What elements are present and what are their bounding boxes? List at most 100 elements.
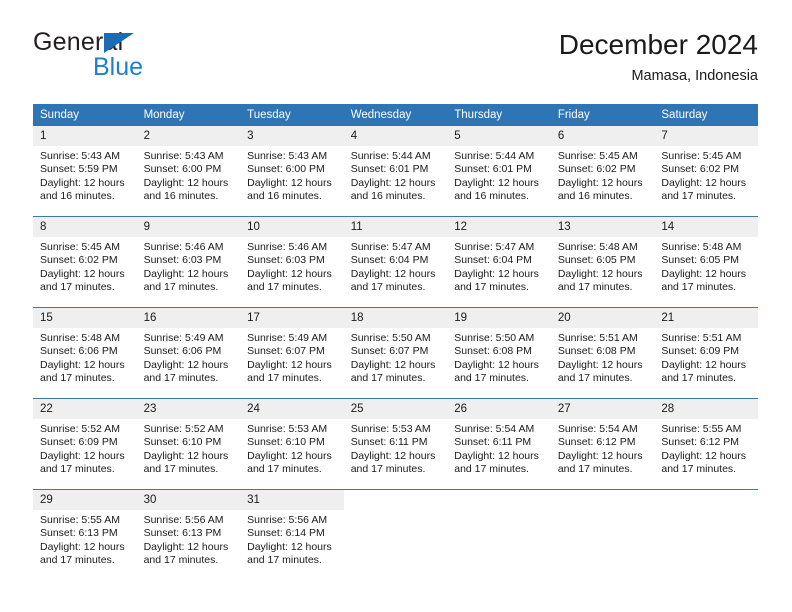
day-number (654, 490, 758, 498)
calendar-day-cell[interactable]: 29 Sunrise: 5:55 AM Sunset: 6:13 PM Dayligh… (33, 490, 137, 569)
calendar-day-cell[interactable]: 1 Sunrise: 5:43 AM Sunset: 5:59 PM Daylight… (33, 126, 137, 204)
calendar-day-cell[interactable]: 17 Sunrise: 5:49 AM Sunset: 6:07 PM Dayligh… (240, 308, 344, 387)
calendar-day-cell[interactable]: 13 Sunrise: 5:48 AM Sunset: 6:05 PM Dayligh… (550, 217, 655, 296)
day-cell-inner: 18 Sunrise: 5:50 AM Sunset: 6:07 PM Dayligh… (343, 308, 448, 386)
day-number: 30 (136, 490, 241, 510)
day-cell-inner: 25 Sunrise: 5:53 AM Sunset: 6:11 PM Dayligh… (343, 399, 448, 477)
daylight-text-line1: Daylight: 12 hours (247, 176, 332, 189)
day-cell-inner: 29 Sunrise: 5:55 AM Sunset: 6:13 PM Dayligh… (33, 490, 137, 568)
daylight-text-line1: Daylight: 12 hours (143, 267, 229, 280)
day-cell-inner: 1 Sunrise: 5:43 AM Sunset: 5:59 PM Daylight… (33, 126, 137, 204)
daylight-text-line2: and 17 minutes. (143, 463, 219, 476)
daylight-text-line1: Daylight: 12 hours (557, 267, 643, 280)
calendar-week-row: 8 Sunrise: 5:45 AM Sunset: 6:02 PM Daylight… (33, 217, 758, 296)
sunset-text: Sunset: 6:13 PM (40, 527, 118, 540)
day-number: 18 (343, 308, 448, 328)
calendar-day-cell[interactable]: 24 Sunrise: 5:53 AM Sunset: 6:10 PM Dayligh… (240, 399, 344, 478)
daylight-text-line2: and 17 minutes. (40, 554, 115, 567)
day-details (344, 498, 448, 502)
calendar-day-cell[interactable]: 7 Sunrise: 5:45 AM Sunset: 6:02 PM Daylight… (654, 126, 758, 204)
sunset-text: Sunset: 6:01 PM (454, 163, 532, 176)
calendar-day-cell[interactable]: 25 Sunrise: 5:53 AM Sunset: 6:11 PM Dayligh… (343, 399, 448, 478)
sunset-text: Sunset: 6:12 PM (557, 436, 636, 449)
calendar-day-cell[interactable]: 5 Sunrise: 5:44 AM Sunset: 6:01 PM Daylight… (447, 126, 551, 204)
calendar-empty-cell (550, 490, 655, 569)
calendar-header-row: Sunday Monday Tuesday Wednesday Thursday… (33, 104, 758, 126)
day-number: 9 (136, 217, 241, 237)
day-cell-inner: 19 Sunrise: 5:50 AM Sunset: 6:08 PM Dayligh… (447, 308, 551, 386)
calendar-day-cell[interactable]: 12 Sunrise: 5:47 AM Sunset: 6:04 PM Dayligh… (447, 217, 551, 296)
day-cell-inner: 2 Sunrise: 5:43 AM Sunset: 6:00 PM Daylight… (136, 126, 241, 204)
calendar-day-cell[interactable]: 11 Sunrise: 5:47 AM Sunset: 6:04 PM Dayligh… (343, 217, 448, 296)
daylight-text-line2: and 17 minutes. (557, 463, 633, 476)
sunrise-text: Sunrise: 5:55 AM (661, 423, 742, 435)
calendar-day-cell[interactable]: 2 Sunrise: 5:43 AM Sunset: 6:00 PM Daylight… (136, 126, 241, 204)
calendar-empty-cell (654, 490, 758, 569)
day-cell-inner: 24 Sunrise: 5:53 AM Sunset: 6:10 PM Dayligh… (240, 399, 344, 477)
sunrise-text: Sunrise: 5:50 AM (454, 332, 535, 344)
generalblue-logo[interactable]: General Blue (33, 28, 233, 84)
day-cell-inner (550, 490, 655, 568)
day-details: Sunrise: 5:54 AM Sunset: 6:12 PM Daylight:… (551, 419, 655, 477)
sunset-text: Sunset: 6:06 PM (40, 345, 118, 358)
calendar-day-cell[interactable]: 6 Sunrise: 5:45 AM Sunset: 6:02 PM Daylight… (550, 126, 655, 204)
day-cell-inner: 10 Sunrise: 5:46 AM Sunset: 6:03 PM Dayligh… (240, 217, 344, 295)
daylight-text-line1: Daylight: 12 hours (557, 449, 643, 462)
calendar-day-cell[interactable]: 28 Sunrise: 5:55 AM Sunset: 6:12 PM Dayligh… (654, 399, 758, 478)
day-cell-inner: 30 Sunrise: 5:56 AM Sunset: 6:13 PM Dayligh… (136, 490, 241, 568)
calendar-day-cell[interactable]: 23 Sunrise: 5:52 AM Sunset: 6:10 PM Dayligh… (136, 399, 241, 478)
sunrise-text: Sunrise: 5:43 AM (40, 150, 120, 162)
logo-text-blue: Blue (93, 53, 144, 81)
day-cell-inner: 7 Sunrise: 5:45 AM Sunset: 6:02 PM Daylight… (654, 126, 758, 204)
day-details: Sunrise: 5:49 AM Sunset: 6:07 PM Daylight:… (240, 328, 344, 386)
day-details: Sunrise: 5:48 AM Sunset: 6:05 PM Daylight:… (654, 237, 758, 295)
calendar-day-cell[interactable]: 22 Sunrise: 5:52 AM Sunset: 6:09 PM Dayligh… (33, 399, 137, 478)
calendar-day-cell[interactable]: 10 Sunrise: 5:46 AM Sunset: 6:03 PM Dayligh… (240, 217, 344, 296)
sunrise-text: Sunrise: 5:44 AM (454, 150, 535, 162)
calendar-day-cell[interactable]: 21 Sunrise: 5:51 AM Sunset: 6:09 PM Dayligh… (654, 308, 758, 387)
daylight-text-line1: Daylight: 12 hours (40, 358, 125, 371)
day-cell-inner: 17 Sunrise: 5:49 AM Sunset: 6:07 PM Dayligh… (240, 308, 344, 386)
day-details: Sunrise: 5:43 AM Sunset: 6:00 PM Daylight:… (240, 146, 344, 204)
day-number: 26 (447, 399, 551, 419)
day-details: Sunrise: 5:48 AM Sunset: 6:05 PM Daylight:… (551, 237, 655, 295)
daylight-text-line2: and 17 minutes. (247, 554, 322, 567)
day-cell-inner: 20 Sunrise: 5:51 AM Sunset: 6:08 PM Dayligh… (550, 308, 655, 386)
sunrise-text: Sunrise: 5:53 AM (350, 423, 431, 435)
weekday-tuesday: Tuesday (240, 104, 344, 126)
day-cell-inner: 28 Sunrise: 5:55 AM Sunset: 6:12 PM Dayligh… (654, 399, 758, 477)
calendar-day-cell[interactable]: 16 Sunrise: 5:49 AM Sunset: 6:06 PM Dayligh… (136, 308, 241, 387)
calendar-day-cell[interactable]: 31 Sunrise: 5:56 AM Sunset: 6:14 PM Dayligh… (240, 490, 344, 569)
calendar-day-cell[interactable]: 14 Sunrise: 5:48 AM Sunset: 6:05 PM Dayligh… (654, 217, 758, 296)
day-number: 5 (447, 126, 551, 146)
day-number (343, 490, 448, 498)
daylight-text-line1: Daylight: 12 hours (661, 358, 747, 371)
day-details: Sunrise: 5:49 AM Sunset: 6:06 PM Daylight:… (137, 328, 241, 386)
day-number: 21 (654, 308, 758, 328)
calendar-day-cell[interactable]: 20 Sunrise: 5:51 AM Sunset: 6:08 PM Dayligh… (550, 308, 655, 387)
page-subtitle: Mamasa, Indonesia (631, 68, 758, 84)
day-cell-inner: 6 Sunrise: 5:45 AM Sunset: 6:02 PM Daylight… (550, 126, 655, 204)
daylight-text-line1: Daylight: 12 hours (661, 176, 747, 189)
day-number (550, 490, 655, 498)
calendar-day-cell[interactable]: 15 Sunrise: 5:48 AM Sunset: 6:06 PM Dayligh… (33, 308, 137, 387)
calendar-day-cell[interactable]: 4 Sunrise: 5:44 AM Sunset: 6:01 PM Daylight… (343, 126, 448, 204)
page-header: General Blue December 2024 Mamasa, Indon… (33, 28, 758, 92)
week-separator (33, 477, 758, 490)
calendar-day-cell[interactable]: 19 Sunrise: 5:50 AM Sunset: 6:08 PM Dayligh… (447, 308, 551, 387)
calendar-day-cell[interactable]: 3 Sunrise: 5:43 AM Sunset: 6:00 PM Daylight… (240, 126, 344, 204)
sunset-text: Sunset: 6:04 PM (350, 254, 429, 267)
day-number: 3 (240, 126, 344, 146)
calendar-day-cell[interactable]: 30 Sunrise: 5:56 AM Sunset: 6:13 PM Dayligh… (136, 490, 241, 569)
day-details: Sunrise: 5:44 AM Sunset: 6:01 PM Daylight:… (447, 146, 551, 204)
daylight-text-line2: and 16 minutes. (40, 190, 115, 203)
calendar-day-cell[interactable]: 27 Sunrise: 5:54 AM Sunset: 6:12 PM Dayligh… (550, 399, 655, 478)
calendar-week-row: 22 Sunrise: 5:52 AM Sunset: 6:09 PM Dayligh… (33, 399, 758, 478)
calendar-day-cell[interactable]: 9 Sunrise: 5:46 AM Sunset: 6:03 PM Daylight… (136, 217, 241, 296)
calendar-day-cell[interactable]: 18 Sunrise: 5:50 AM Sunset: 6:07 PM Dayligh… (343, 308, 448, 387)
sunset-text: Sunset: 6:11 PM (350, 436, 428, 449)
sunrise-text: Sunrise: 5:52 AM (40, 423, 120, 435)
calendar-day-cell[interactable]: 8 Sunrise: 5:45 AM Sunset: 6:02 PM Daylight… (33, 217, 137, 296)
daylight-text-line2: and 17 minutes. (350, 463, 426, 476)
calendar-day-cell[interactable]: 26 Sunrise: 5:54 AM Sunset: 6:11 PM Dayligh… (447, 399, 551, 478)
